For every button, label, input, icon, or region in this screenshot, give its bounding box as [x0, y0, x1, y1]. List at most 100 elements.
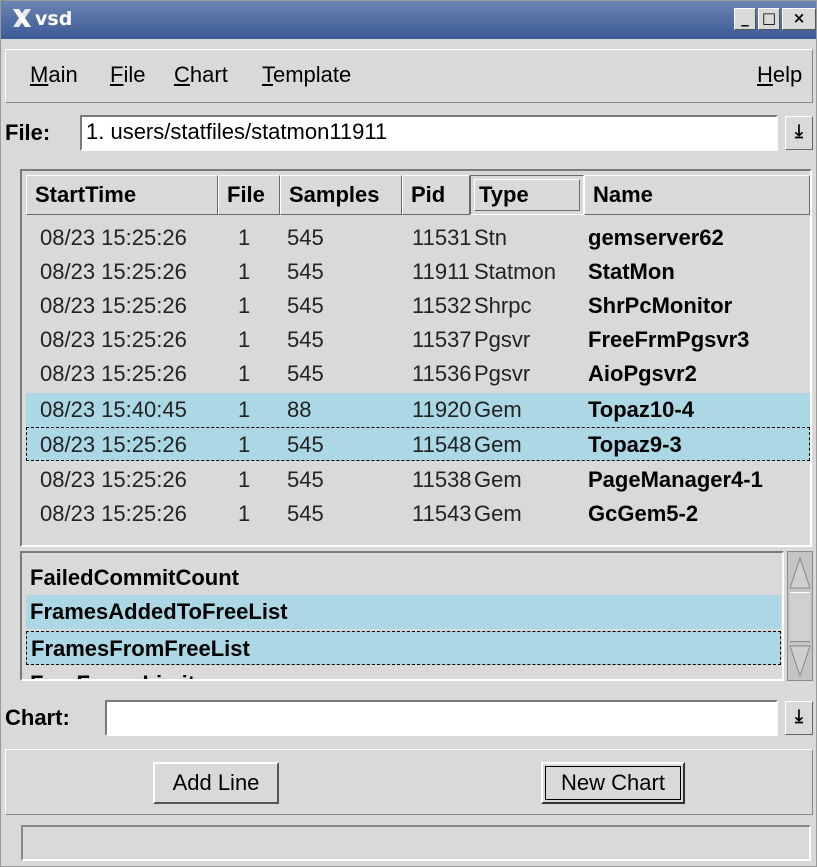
cell-file: 1 [238, 259, 251, 284]
cell-type: Shrpc [474, 293, 532, 318]
cell-samples: 545 [287, 501, 324, 526]
cell-file: 1 [238, 225, 251, 250]
cell-type: Statmon [474, 259, 556, 284]
table-row[interactable]: 08/23 15:25:26 1 545 11543 Gem GcGem5-2 [26, 497, 810, 531]
cell-name: gemserver62 [588, 225, 724, 250]
column-header-name[interactable]: Name [584, 175, 810, 215]
cell-type: Pgsvr [474, 327, 531, 352]
cell-file: 1 [238, 327, 251, 352]
cell-samples: 545 [287, 225, 324, 250]
cell-pid: 11911 [412, 259, 470, 284]
cell-file: 1 [238, 397, 251, 422]
cell-pid: 11920 [412, 397, 472, 422]
cell-name: Topaz10-4 [588, 397, 694, 422]
list-item[interactable]: FreeFrameLimit [26, 667, 781, 679]
cell-starttime: 08/23 15:25:26 [40, 432, 187, 457]
minimize-icon: _ [741, 9, 749, 27]
cell-type: Pgsvr [474, 361, 531, 386]
close-icon: × [792, 9, 806, 27]
cell-samples: 545 [287, 293, 324, 318]
cell-pid: 11536 [412, 361, 472, 386]
scroll-thumb[interactable] [790, 592, 810, 642]
menu-template[interactable]: Template [262, 62, 351, 88]
statistic-list: FailedCommitCount FramesAddedToFreeList … [20, 551, 784, 681]
cell-name: Topaz9-3 [588, 432, 682, 457]
menu-bar: Main File Chart Template Help [5, 49, 813, 103]
cell-file: 1 [238, 361, 251, 386]
table-row[interactable]: 08/23 15:25:26 1 545 11532 Shrpc ShrPcMo… [26, 289, 810, 323]
cell-starttime: 08/23 15:25:26 [40, 327, 187, 352]
file-label: File: [5, 120, 51, 145]
list-item[interactable]: FailedCommitCount [26, 561, 781, 595]
file-dropdown-button[interactable]: ⤓ [785, 116, 813, 150]
scroll-down-arrow-icon[interactable] [789, 644, 811, 678]
menu-chart[interactable]: Chart [174, 62, 228, 88]
list-item-focused[interactable]: FramesFromFreeList [26, 631, 781, 665]
table-row[interactable]: 08/23 15:25:26 1 545 11537 Pgsvr FreeFrm… [26, 323, 810, 357]
file-field[interactable]: 1. users/statfiles/statmon11911 [80, 115, 778, 151]
cell-file: 1 [238, 293, 251, 318]
menu-file[interactable]: File [110, 62, 145, 88]
menu-main[interactable]: Main [30, 62, 78, 88]
table-row-selected[interactable]: 08/23 15:40:45 1 88 11920 Gem Topaz10-4 [26, 393, 810, 427]
column-header-file[interactable]: File [218, 175, 280, 215]
cell-starttime: 08/23 15:25:26 [40, 293, 187, 318]
cell-starttime: 08/23 15:25:26 [40, 361, 187, 386]
cell-samples: 545 [287, 432, 324, 457]
add-line-button[interactable]: Add Line [153, 762, 279, 804]
chart-field[interactable] [105, 700, 778, 736]
column-header-type-label: Type [474, 179, 580, 211]
cell-type: Gem [474, 501, 522, 526]
cell-samples: 88 [287, 397, 312, 422]
statistic-list-scrollbar[interactable] [787, 551, 813, 681]
close-button[interactable]: × [782, 8, 816, 30]
cell-starttime: 08/23 15:25:26 [40, 467, 187, 492]
chart-dropdown-button[interactable]: ⤓ [785, 701, 813, 735]
cell-starttime: 08/23 15:40:45 [40, 397, 187, 422]
dropdown-arrow-icon: ⤓ [795, 706, 803, 727]
cell-type: Gem [474, 432, 522, 457]
cell-name: GcGem5-2 [588, 501, 699, 526]
cell-samples: 545 [287, 467, 324, 492]
cell-samples: 545 [287, 259, 324, 284]
menu-help[interactable]: Help [757, 62, 802, 88]
cell-name: AioPgsvr2 [588, 361, 697, 386]
cell-starttime: 08/23 15:25:26 [40, 225, 187, 250]
cell-starttime: 08/23 15:25:26 [40, 501, 187, 526]
cell-starttime: 08/23 15:25:26 [40, 259, 187, 284]
cell-samples: 545 [287, 327, 324, 352]
cell-file: 1 [238, 467, 251, 492]
cell-type: Stn [474, 225, 508, 250]
cell-file: 1 [238, 432, 251, 457]
maximize-icon: □ [761, 9, 777, 27]
process-table: StartTime File Samples Pid Type Name 08/… [20, 169, 812, 547]
cell-pid: 11531 [412, 225, 472, 250]
cell-name: StatMon [588, 259, 675, 284]
cell-name: FreeFrmPgsvr3 [588, 327, 750, 352]
cell-name: ShrPcMonitor [588, 293, 733, 318]
chart-label: Chart: [5, 705, 70, 730]
cell-type: Gem [474, 397, 522, 422]
table-row[interactable]: 08/23 15:25:26 1 545 11531 Stn gemserver… [26, 221, 810, 255]
scroll-up-arrow-icon[interactable] [789, 556, 811, 590]
column-header-starttime[interactable]: StartTime [26, 175, 218, 215]
table-row[interactable]: 08/23 15:25:26 1 545 11538 Gem PageManag… [26, 463, 810, 497]
column-header-samples[interactable]: Samples [280, 175, 402, 215]
button-bar: Add Line New Chart [5, 749, 813, 815]
cell-name: PageManager4-1 [588, 467, 763, 492]
table-row[interactable]: 08/23 15:25:26 1 545 11911 Statmon StatM… [26, 255, 810, 289]
new-chart-button[interactable]: New Chart [541, 762, 685, 804]
title-bar[interactable]: vsd _ □ × [1, 1, 816, 39]
table-row-focused[interactable]: 08/23 15:25:26 1 545 11548 Gem Topaz9-3 [26, 427, 810, 461]
vsd-window: vsd _ □ × Main File Chart Template Help … [0, 0, 817, 867]
column-header-pid[interactable]: Pid [402, 175, 470, 215]
dropdown-arrow-icon: ⤓ [795, 121, 803, 142]
cell-pid: 11543 [412, 501, 472, 526]
list-item-selected[interactable]: FramesAddedToFreeList [26, 595, 781, 629]
maximize-button[interactable]: □ [758, 8, 780, 30]
table-row[interactable]: 08/23 15:25:26 1 545 11536 Pgsvr AioPgsv… [26, 357, 810, 391]
minimize-button[interactable]: _ [734, 8, 756, 30]
column-header-type[interactable]: Type [470, 175, 584, 215]
cell-file: 1 [238, 501, 251, 526]
cell-pid: 11538 [412, 467, 472, 492]
